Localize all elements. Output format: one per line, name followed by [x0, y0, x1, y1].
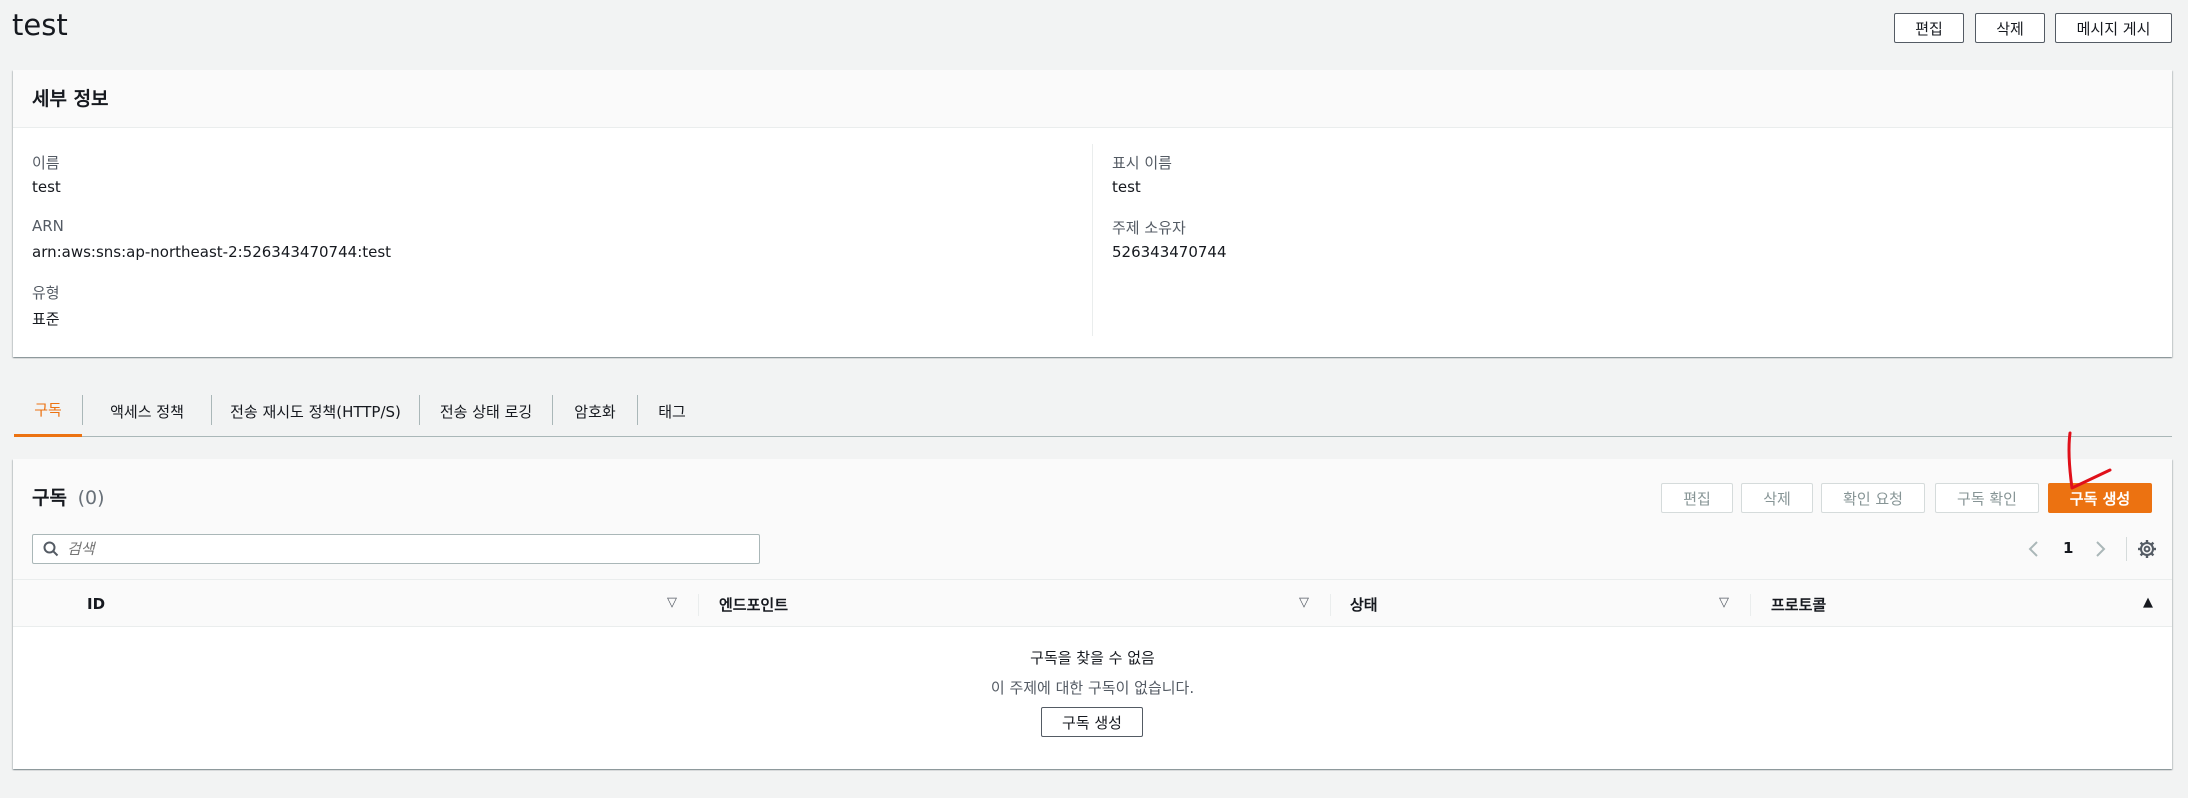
page-number[interactable]: 1 [2063, 539, 2073, 557]
display-name-label: 표시 이름 [1112, 154, 1172, 172]
details-column-divider [1092, 144, 1093, 336]
search-box[interactable] [32, 534, 760, 564]
delete-button[interactable]: 삭제 [1975, 13, 2045, 43]
tab-subscriptions[interactable]: 구독 [14, 385, 82, 437]
tab-delivery-status-logging[interactable]: 전송 상태 로깅 [420, 385, 552, 437]
subscriptions-count: (0) [77, 487, 105, 509]
request-confirmation-button[interactable]: 확인 요청 [1821, 483, 1925, 513]
arn-value: arn:aws:sns:ap-northeast-2:526343470744:… [32, 243, 392, 261]
caret-down-icon[interactable]: ▽ [1719, 595, 1729, 610]
name-label: 이름 [32, 154, 60, 172]
subscriptions-title-text: 구독 [32, 487, 67, 509]
column-divider [1750, 594, 1751, 616]
chevron-right-icon[interactable] [2093, 539, 2107, 559]
topic-owner-label: 주제 소유자 [1112, 219, 1186, 237]
type-value: 표준 [32, 310, 60, 328]
table-header: ID ▽ 엔드포인트 ▽ 상태 ▽ 프로토콜 ▲ [13, 579, 2172, 627]
tab-tags[interactable]: 태그 [638, 385, 706, 437]
column-divider [698, 594, 699, 616]
gear-icon[interactable] [2137, 539, 2157, 559]
column-header-id[interactable]: ID [87, 580, 105, 628]
annotation-mark [2067, 431, 2112, 490]
search-input[interactable] [67, 538, 747, 560]
subscriptions-edit-button[interactable]: 편집 [1661, 483, 1733, 513]
caret-down-icon[interactable]: ▽ [667, 595, 677, 610]
caret-down-icon[interactable]: ▽ [1299, 595, 1309, 610]
tab-encryption[interactable]: 암호화 [553, 385, 637, 437]
column-header-endpoint[interactable]: 엔드포인트 [719, 580, 788, 628]
tab-delivery-retry-policy[interactable]: 전송 재시도 정책(HTTP/S) [212, 385, 419, 437]
type-label: 유형 [32, 284, 60, 302]
chevron-left-icon[interactable] [2027, 539, 2041, 559]
details-section-title: 세부 정보 [32, 88, 109, 110]
display-name-value: test [1112, 178, 1141, 196]
empty-create-subscription-button[interactable]: 구독 생성 [1041, 707, 1143, 737]
edit-button[interactable]: 편집 [1894, 13, 1964, 43]
tab-access-policy[interactable]: 액세스 정책 [83, 385, 211, 437]
topic-owner-value: 526343470744 [1112, 243, 1227, 261]
subscriptions-panel-header: 구독 (0) 편집 삭제 확인 요청 구독 확인 구독 생성 1 [13, 459, 2172, 579]
page-title: test [12, 8, 68, 42]
empty-state-description: 이 주제에 대한 구독이 없습니다. [990, 679, 1195, 697]
name-value: test [32, 178, 61, 196]
empty-state-title: 구독을 찾을 수 없음 [1030, 649, 1155, 667]
page-header: test 편집 삭제 메시지 게시 [0, 0, 2188, 60]
details-panel-header: 세부 정보 [13, 70, 2172, 128]
empty-state: 구독을 찾을 수 없음 이 주제에 대한 구독이 없습니다. 구독 생성 [13, 627, 2172, 769]
column-header-protocol[interactable]: 프로토콜 [1771, 580, 1826, 628]
tab-bar: 구독 액세스 정책 전송 재시도 정책(HTTP/S) 전송 상태 로깅 암호화… [14, 385, 2172, 437]
arn-label: ARN [32, 217, 64, 235]
subscriptions-title: 구독 (0) [32, 483, 105, 510]
subscriptions-panel: 구독 (0) 편집 삭제 확인 요청 구독 확인 구독 생성 1 [13, 459, 2172, 769]
details-panel: 세부 정보 이름 test ARN arn:aws:sns:ap-northea… [13, 70, 2172, 357]
confirm-subscription-button[interactable]: 구독 확인 [1935, 483, 2039, 513]
caret-up-icon[interactable]: ▲ [2143, 595, 2153, 610]
pagination-divider [2126, 537, 2127, 561]
column-divider [1330, 594, 1331, 616]
column-header-status[interactable]: 상태 [1350, 580, 1378, 628]
search-icon [43, 541, 59, 557]
publish-message-button[interactable]: 메시지 게시 [2055, 13, 2172, 43]
subscriptions-delete-button[interactable]: 삭제 [1741, 483, 1813, 513]
